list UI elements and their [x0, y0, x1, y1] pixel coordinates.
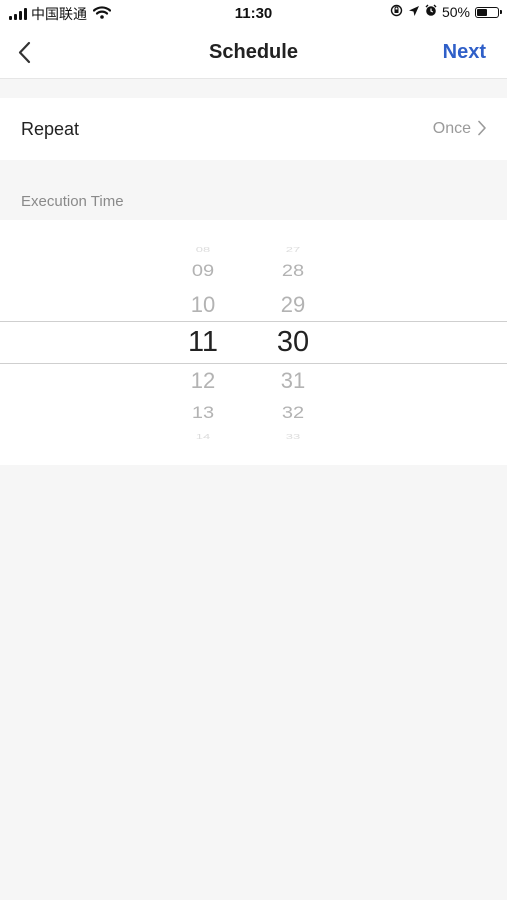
minute-option[interactable]: 28	[263, 263, 323, 280]
minute-option[interactable]: 29	[263, 294, 323, 316]
page-title: Schedule	[209, 41, 298, 63]
execution-time-label: Execution Time	[21, 193, 124, 210]
location-icon	[408, 4, 420, 20]
battery-level	[477, 8, 487, 16]
minute-option[interactable]: 31	[263, 370, 323, 392]
nav-bar: Schedule Next	[0, 28, 507, 79]
picker-selection-top-line	[0, 321, 507, 322]
hour-option[interactable]: 12	[173, 370, 233, 392]
hour-selected[interactable]: 11	[173, 327, 233, 357]
chevron-right-icon	[478, 120, 486, 136]
time-picker: 08 09 10 11 12 13 14 27 28 29 30 31 32 33	[0, 220, 507, 465]
hour-option[interactable]: 13	[173, 405, 233, 422]
battery-icon	[475, 6, 502, 18]
picker-selection-bottom-line	[0, 363, 507, 364]
orientation-lock-icon	[390, 4, 403, 20]
minute-option[interactable]: 32	[263, 405, 323, 422]
repeat-value: Once	[432, 120, 471, 137]
minute-wheel[interactable]: 27 28 29 30 31 32 33	[263, 220, 323, 465]
minute-selected[interactable]: 30	[263, 327, 323, 357]
hour-wheel[interactable]: 08 09 10 11 12 13 14	[173, 220, 233, 465]
status-right: 50%	[390, 4, 502, 20]
hour-option[interactable]: 14	[173, 432, 233, 439]
hour-option[interactable]: 08	[173, 245, 233, 252]
next-button[interactable]: Next	[443, 41, 486, 64]
status-bar: 中国联通 11:30 50%	[0, 0, 507, 28]
battery-percent: 50%	[441, 4, 470, 20]
repeat-row[interactable]: Repeat Once	[0, 98, 507, 160]
minute-option[interactable]: 33	[263, 432, 323, 439]
hour-option[interactable]: 09	[173, 263, 233, 280]
minute-option[interactable]: 27	[263, 245, 323, 252]
hour-option[interactable]: 10	[173, 294, 233, 316]
alarm-icon	[425, 4, 437, 20]
repeat-label: Repeat	[21, 119, 80, 139]
